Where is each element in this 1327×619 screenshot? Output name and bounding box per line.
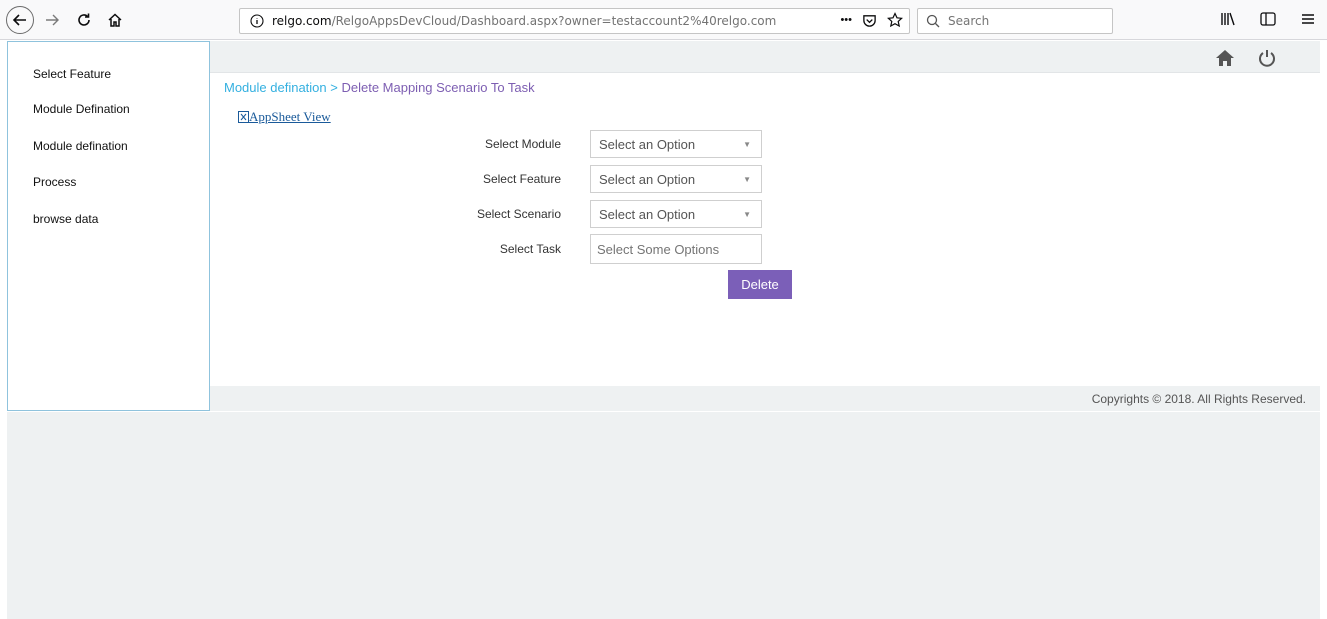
delete-button[interactable]: Delete bbox=[728, 270, 792, 299]
browser-search[interactable] bbox=[917, 8, 1113, 34]
select-scenario-value: Select an Option bbox=[599, 206, 696, 222]
url-bar[interactable]: relgo.com/RelgoAppsDevCloud/Dashboard.as… bbox=[239, 8, 910, 34]
select-module-value: Select an Option bbox=[599, 136, 696, 152]
pocket-icon[interactable] bbox=[862, 13, 877, 28]
more-actions-icon[interactable]: ••• bbox=[840, 14, 852, 26]
page-background-area bbox=[7, 412, 1320, 619]
home-icon bbox=[1216, 50, 1234, 66]
sidebar-item-module-defination[interactable]: Module Defination bbox=[33, 102, 130, 116]
library-icon[interactable] bbox=[1219, 10, 1237, 28]
spreadsheet-icon bbox=[238, 111, 249, 123]
bookmark-star-icon[interactable] bbox=[887, 12, 903, 28]
browser-toolbar: relgo.com/RelgoAppsDevCloud/Dashboard.as… bbox=[0, 0, 1327, 40]
select-module-label: Select Module bbox=[484, 137, 561, 151]
select-feature-label: Select Feature bbox=[482, 172, 561, 186]
sidebar-toggle-icon[interactable] bbox=[1259, 10, 1277, 28]
logout-button[interactable] bbox=[1256, 47, 1278, 69]
breadcrumb-current: Delete Mapping Scenario To Task bbox=[341, 80, 535, 95]
select-scenario-label: Select Scenario bbox=[476, 207, 561, 221]
home-icon bbox=[108, 13, 122, 27]
url-host: relgo.com bbox=[272, 14, 332, 28]
caret-down-icon: ▼ bbox=[743, 140, 751, 149]
info-icon[interactable] bbox=[250, 14, 264, 28]
sidebar-item-process[interactable]: Process bbox=[33, 175, 76, 189]
page-header bbox=[210, 41, 1320, 73]
url-actions: ••• bbox=[840, 12, 903, 28]
home-nav-button[interactable] bbox=[1214, 47, 1236, 69]
url-path: /RelgoAppsDevCloud/Dashboard.aspx?owner=… bbox=[331, 14, 777, 28]
menu-icon[interactable] bbox=[1299, 10, 1317, 28]
sidebar-item-select-feature[interactable]: Select Feature bbox=[33, 67, 111, 81]
sidebar: Select Feature Module Defination Module … bbox=[7, 41, 210, 411]
url-text: relgo.com/RelgoAppsDevCloud/Dashboard.as… bbox=[272, 14, 776, 28]
reload-button[interactable] bbox=[72, 6, 96, 34]
search-icon bbox=[926, 14, 940, 28]
select-task-multiselect[interactable] bbox=[590, 234, 762, 264]
select-task-input[interactable] bbox=[595, 240, 759, 258]
appsheet-view-link[interactable]: AppSheet View bbox=[238, 109, 331, 125]
breadcrumb-separator: > bbox=[326, 80, 342, 95]
select-feature-value: Select an Option bbox=[599, 171, 696, 187]
forward-arrow-icon bbox=[46, 14, 59, 26]
forward-button[interactable] bbox=[40, 6, 64, 34]
select-scenario-dropdown[interactable]: Select an Option ▼ bbox=[590, 200, 762, 228]
select-task-label: Select Task bbox=[499, 242, 561, 256]
home-button[interactable] bbox=[103, 6, 127, 34]
copyright-text: Copyrights © 2018. All Rights Reserved. bbox=[1091, 392, 1306, 406]
caret-down-icon: ▼ bbox=[743, 175, 751, 184]
breadcrumb: Module defination > Delete Mapping Scena… bbox=[224, 80, 535, 95]
back-button[interactable] bbox=[6, 6, 34, 34]
browser-right-icons bbox=[1219, 10, 1317, 28]
sidebar-item-module-definition-lower[interactable]: Module defination bbox=[33, 139, 128, 153]
select-module-dropdown[interactable]: Select an Option ▼ bbox=[590, 130, 762, 158]
search-input[interactable] bbox=[946, 13, 1110, 29]
appsheet-view-label: AppSheet View bbox=[249, 109, 331, 124]
breadcrumb-parent[interactable]: Module defination bbox=[224, 80, 327, 95]
select-feature-dropdown[interactable]: Select an Option ▼ bbox=[590, 165, 762, 193]
back-arrow-icon bbox=[12, 14, 26, 26]
footer: Copyrights © 2018. All Rights Reserved. bbox=[210, 386, 1320, 411]
sidebar-item-browse-data[interactable]: browse data bbox=[33, 212, 98, 226]
reload-icon bbox=[78, 13, 90, 26]
caret-down-icon: ▼ bbox=[743, 210, 751, 219]
power-icon bbox=[1259, 50, 1275, 67]
